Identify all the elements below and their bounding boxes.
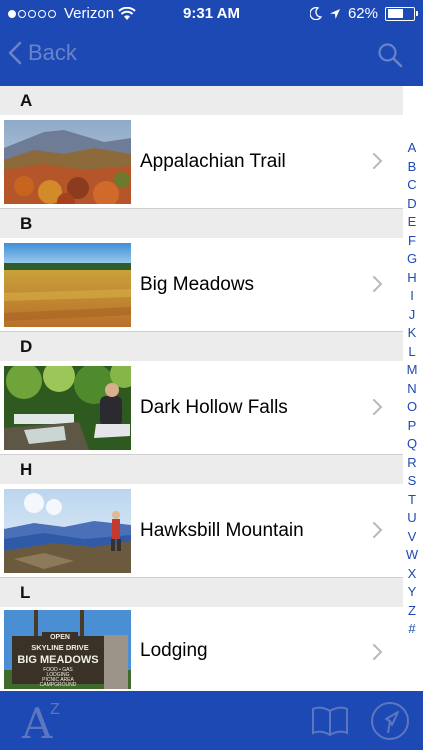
index-letter[interactable]: # — [408, 620, 415, 639]
index-letter[interactable]: Z — [408, 602, 416, 621]
moon-icon — [309, 7, 322, 20]
hawksbill-mountain-photo — [4, 488, 131, 573]
index-letter[interactable]: S — [408, 472, 417, 491]
index-letter[interactable]: I — [410, 287, 414, 306]
back-label: Back — [28, 40, 77, 65]
dark-hollow-falls-photo — [4, 365, 131, 450]
big-meadows-photo — [4, 242, 131, 327]
sign-big-meadows-text: BIG MEADOWS — [17, 654, 98, 666]
chevron-right-icon — [373, 399, 383, 415]
list-item-big-meadows[interactable]: Big Meadows — [0, 238, 403, 332]
section-header: L — [0, 578, 403, 607]
index-letter[interactable]: H — [407, 269, 416, 288]
index-letter[interactable]: Y — [408, 583, 417, 602]
section-header: D — [0, 332, 403, 361]
places-list: A Appalachian Trail B Big Meadows D Dark… — [0, 86, 403, 689]
list-item-dark-hollow-falls[interactable]: Dark Hollow Falls — [0, 361, 403, 455]
index-letter[interactable]: T — [408, 491, 416, 510]
list-item-label: Lodging — [140, 640, 208, 661]
index-letter[interactable]: E — [408, 213, 417, 232]
bottom-bar: A Z — [0, 691, 423, 750]
alphabet-index[interactable]: A B C D E F G H I J K L M N O P Q R S T U V W X Y Z # — [401, 139, 423, 639]
list-item-hawksbill-mountain[interactable]: Hawksbill Mountain — [0, 484, 403, 578]
index-letter[interactable]: G — [407, 250, 417, 269]
battery-icon — [385, 6, 418, 21]
location-arrow-icon — [329, 8, 340, 19]
index-letter[interactable]: U — [407, 509, 416, 528]
index-letter[interactable]: C — [407, 176, 416, 195]
chevron-right-icon — [373, 644, 383, 660]
back-button[interactable]: Back — [8, 40, 77, 66]
index-letter[interactable]: B — [408, 158, 417, 177]
sign-skyline-text: SKYLINE DRIVE — [31, 643, 89, 652]
section-header: H — [0, 455, 403, 484]
alphabetical-sort-button[interactable]: A Z — [22, 699, 60, 748]
index-letter[interactable]: D — [407, 195, 416, 214]
book-icon — [312, 706, 348, 737]
lodging-photo: OPEN SKYLINE DRIVE BIG MEADOWS FOOD • GA… — [4, 610, 131, 689]
index-letter[interactable]: X — [408, 565, 417, 584]
compass-icon — [371, 702, 409, 740]
search-button[interactable] — [377, 42, 403, 73]
sign-campground-text: CAMPGROUND — [40, 682, 77, 688]
list-item-appalachian-trail[interactable]: Appalachian Trail — [0, 115, 403, 209]
search-icon — [378, 43, 403, 68]
index-letter[interactable]: K — [408, 324, 417, 343]
az-icon-letter-a: A — [22, 699, 53, 748]
section-header: A — [0, 86, 403, 115]
index-letter[interactable]: F — [408, 232, 416, 251]
chevron-right-icon — [373, 276, 383, 292]
appalachian-trail-photo — [4, 119, 131, 204]
index-letter[interactable]: R — [407, 454, 416, 473]
map-button[interactable] — [369, 700, 411, 747]
section-header: B — [0, 209, 403, 238]
index-letter[interactable]: J — [409, 306, 416, 325]
chevron-left-icon — [8, 41, 22, 65]
sign-open-text: OPEN — [50, 634, 70, 641]
status-right: 62% — [309, 5, 418, 22]
az-icon-letter-z: Z — [50, 701, 60, 718]
guide-book-button[interactable] — [311, 705, 349, 742]
index-letter[interactable]: A — [408, 139, 417, 158]
index-letter[interactable]: N — [407, 380, 416, 399]
index-letter[interactable]: L — [408, 343, 415, 362]
list-item-label: Big Meadows — [140, 273, 255, 295]
index-letter[interactable]: W — [406, 546, 418, 565]
battery-fill — [387, 9, 403, 18]
nav-bar: Back — [0, 28, 423, 86]
list-item-label: Appalachian Trail — [140, 150, 286, 172]
top-bar: Verizon 9:31 AM 62% Back — [0, 0, 423, 86]
list-item-label: Dark Hollow Falls — [140, 396, 288, 418]
index-letter[interactable]: P — [408, 417, 417, 436]
battery-percent: 62% — [347, 5, 378, 22]
index-letter[interactable]: M — [407, 361, 418, 380]
index-letter[interactable]: Q — [407, 435, 417, 454]
status-bar: Verizon 9:31 AM 62% — [0, 0, 423, 28]
list-item-lodging[interactable]: OPEN SKYLINE DRIVE BIG MEADOWS FOOD • GA… — [0, 607, 403, 689]
list-item-label: Hawksbill Mountain — [140, 519, 304, 541]
index-letter[interactable]: V — [408, 528, 417, 547]
chevron-right-icon — [373, 522, 383, 538]
index-letter[interactable]: O — [407, 398, 417, 417]
chevron-right-icon — [373, 153, 383, 169]
